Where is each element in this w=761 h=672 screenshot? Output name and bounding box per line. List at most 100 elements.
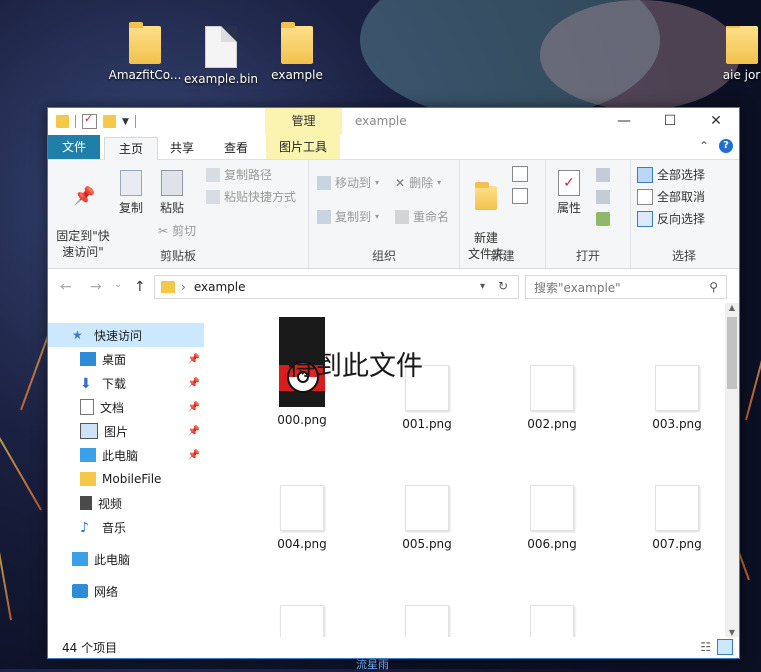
edit-icon[interactable] [596,190,610,204]
explorer-window: ▼ 管理 example — ☐ ✕ 文件 主页 共享 查看 图片工具 ⌃ ? … [47,107,740,659]
copy-button[interactable]: 复制 [114,170,148,216]
nav-item-videos[interactable]: 视频 [48,491,204,515]
pin-icon[interactable]: 📌 [188,378,200,389]
paste-button[interactable]: 粘贴 [154,170,190,216]
new-item-icon[interactable] [512,166,528,182]
chevron-up-icon[interactable]: ⌃ [699,139,709,153]
history-icon[interactable] [596,212,610,226]
select-all-button[interactable]: 全部选择 [637,166,705,183]
file-item-006[interactable]: 006.png [497,485,607,551]
properties-icon[interactable] [82,112,97,129]
properties-icon: ✓ [558,170,580,196]
easy-access-icon[interactable] [512,188,528,204]
select-none-button[interactable]: 全部取消 [637,188,705,205]
copy-to-button[interactable]: 复制到 ▾ [317,208,379,225]
rename-icon [395,209,409,224]
desktop-icon-example-bin[interactable]: example.bin [184,26,258,86]
file-item-004[interactable]: 004.png [247,485,357,551]
nav-item-mobilefile[interactable]: MobileFile [48,467,204,491]
group-organize: 移动到 ▾ ✕ 删除 ▾ 复制到 ▾ 重命名 组织 [309,160,460,268]
search-input[interactable]: 搜索"example" ⚲ [525,275,727,299]
details-view-icon[interactable]: ☷ [700,640,711,654]
nav-item-pictures[interactable]: 图片 📌 [48,419,204,443]
scroll-up-icon[interactable]: ▲ [725,303,739,312]
help-icon[interactable]: ? [719,139,733,153]
separator [75,115,76,128]
invert-selection-button[interactable]: 反向选择 [637,210,705,227]
desktop-icon [80,352,96,366]
navigation-pane: ★ 快速访问 桌面 📌 ⬇ 下载 📌 文档 📌 图片 📌 此电脑 📌 Mobil… [48,319,206,637]
file-item-002[interactable]: 002.png [497,365,607,431]
ribbon: 📌 固定到"快 速访问" 复制 粘贴 复制路径 粘贴快捷方式 ✂ 剪切 剪贴板 … [48,160,739,269]
forward-arrow-icon[interactable]: → [90,279,102,295]
move-icon [317,175,331,190]
nav-item-quick-access[interactable]: ★ 快速访问 [48,323,204,347]
dropdown-icon[interactable]: ▼ [122,117,129,127]
tab-picture-tools[interactable]: 图片工具 [266,135,340,159]
nav-item-network[interactable]: 网络 [48,579,204,603]
cut-button[interactable]: ✂ 剪切 [158,222,196,239]
up-arrow-icon[interactable]: ↑ [134,279,146,295]
recent-dropdown-icon[interactable]: ⌄ [114,279,122,290]
pin-icon[interactable]: 📌 [188,402,200,413]
back-arrow-icon[interactable]: ← [60,279,72,295]
nav-item-documents[interactable]: 文档 📌 [48,395,204,419]
group-label-select: 选择 [671,249,696,263]
close-button[interactable]: ✕ [693,108,739,135]
address-path: example [193,280,246,294]
copy-path-button[interactable]: 复制路径 [206,166,272,183]
desktop-icon-amazfit[interactable]: AmazfitCo... [108,22,182,82]
group-label-clipboard: 剪贴板 [159,249,196,263]
nav-item-desktop[interactable]: 桌面 📌 [48,347,204,371]
context-tab-manage[interactable]: 管理 [265,108,342,135]
file-icon [405,485,449,531]
rename-button[interactable]: 重命名 [395,208,449,225]
large-icons-view-icon[interactable] [717,639,733,655]
maximize-button[interactable]: ☐ [647,108,693,135]
move-to-button[interactable]: 移动到 ▾ [317,174,379,191]
minimize-button[interactable]: — [601,108,647,135]
folder-icon [281,22,313,64]
group-select: 全部选择 全部取消 反向选择 选择 [631,160,737,268]
tab-view[interactable]: 查看 [214,137,258,159]
file-item-partial[interactable] [247,605,357,637]
desktop-icon-example-folder[interactable]: example [262,22,332,82]
properties-button[interactable]: ✓ 属性 [552,170,586,216]
file-icon [655,485,699,531]
vertical-scrollbar[interactable]: ▲ ▼ [725,303,739,637]
title-bar: ▼ 管理 example — ☐ ✕ [48,108,739,135]
delete-button[interactable]: ✕ 删除 ▾ [395,174,441,191]
address-bar[interactable]: › example [154,275,519,299]
scroll-thumb[interactable] [727,317,737,389]
new-folder-icon[interactable] [103,115,116,128]
folder-icon [725,26,758,64]
nav-item-downloads[interactable]: ⬇ 下载 📌 [48,371,204,395]
nav-item-this-pc[interactable]: 此电脑 [48,547,204,571]
search-icon: ⚲ [709,280,718,294]
copy-icon [120,170,142,196]
open-icon[interactable] [596,168,610,182]
tab-home[interactable]: 主页 [104,137,158,161]
desktop-icon-aie[interactable]: aie jor [722,26,761,82]
pin-icon[interactable]: 📌 [188,354,200,365]
nav-item-music[interactable]: ♪ 音乐 [48,515,204,539]
tab-share[interactable]: 共享 [160,137,204,159]
nav-item-this-pc-pinned[interactable]: 此电脑 📌 [48,443,204,467]
pin-icon[interactable]: 📌 [188,450,200,461]
file-item-005[interactable]: 005.png [372,485,482,551]
file-icon [530,485,574,531]
paste-shortcut-button[interactable]: 粘贴快捷方式 [206,188,296,205]
file-icon [405,605,449,637]
file-item-partial[interactable] [372,605,482,637]
refresh-icon[interactable]: ↻ [498,279,508,293]
file-item-partial[interactable] [497,605,607,637]
file-item-007[interactable]: 007.png [622,485,725,551]
network-icon [72,584,88,598]
group-label-new: 新建 [490,249,515,263]
tab-file[interactable]: 文件 [48,135,100,159]
pin-icon[interactable]: 📌 [188,426,200,437]
status-bar: 44 个项目 ☷ [48,636,739,658]
picture-icon [80,423,98,439]
address-dropdown-icon[interactable]: ▾ [480,281,485,292]
file-item-003[interactable]: 003.png [622,365,725,431]
